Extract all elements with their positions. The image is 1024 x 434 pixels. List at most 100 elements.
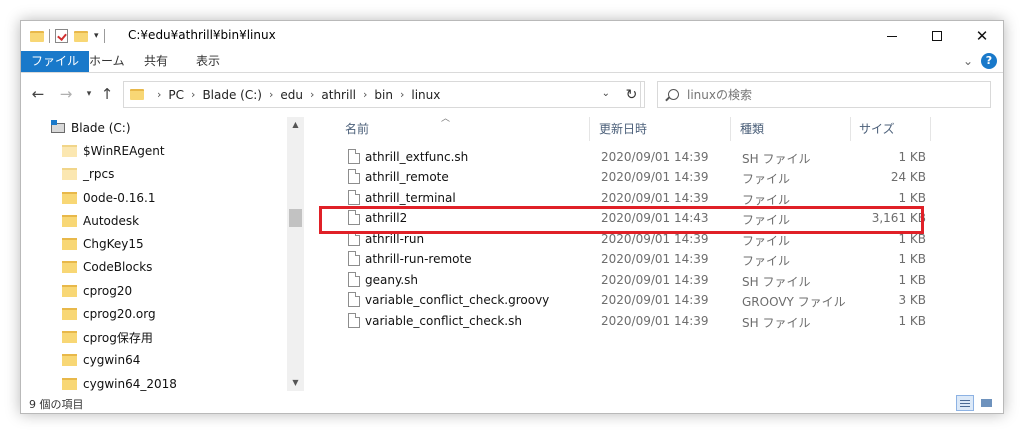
breadcrumb-separator-icon[interactable]: › [310, 88, 314, 101]
scroll-down-icon[interactable]: ▼ [287, 375, 304, 391]
tab-view[interactable]: 表示 [186, 51, 230, 72]
breadcrumb-bin[interactable]: bin [374, 88, 393, 102]
breadcrumb-athrill[interactable]: athrill [321, 88, 356, 102]
breadcrumb-separator-icon[interactable]: › [157, 88, 161, 101]
tree-item[interactable]: $WinREAgent [62, 140, 165, 162]
tree-item[interactable]: cprog20.org [62, 303, 156, 325]
scrollbar-thumb[interactable] [289, 209, 302, 227]
large-icons-view-icon [981, 399, 992, 407]
column-header-type[interactable]: 種類 [740, 119, 764, 139]
tree-item[interactable]: CodeBlocks [62, 256, 152, 278]
drive-icon [51, 120, 65, 133]
file-row[interactable]: variable_conflict_check.groovy 2020/09/0… [337, 290, 929, 310]
large-icons-view-button[interactable] [977, 395, 995, 411]
file-type: ファイル [742, 234, 791, 248]
column-divider[interactable] [589, 117, 590, 141]
maximize-icon [932, 31, 942, 41]
file-row[interactable]: athrill-run 2020/09/01 14:39 ファイル 1 KB [337, 229, 929, 249]
file-icon [348, 272, 360, 287]
breadcrumb-separator-icon[interactable]: › [363, 88, 367, 101]
file-type: ファイル [742, 213, 791, 227]
close-icon: ✕ [975, 27, 989, 45]
new-folder-icon[interactable] [74, 30, 88, 42]
ribbon-tabs: ファイル ホーム 共有 表示 ⌄ ? [21, 51, 1003, 73]
tree-item[interactable]: ChgKey15 [62, 233, 144, 255]
tree-item-label: cprog20.org [83, 307, 156, 321]
file-row[interactable]: athrill2 2020/09/01 14:43 ファイル 3,161 KB [337, 208, 929, 228]
file-row[interactable]: athrill_terminal 2020/09/01 14:39 ファイル 1… [337, 188, 929, 208]
search-box[interactable] [657, 81, 991, 108]
tree-item[interactable]: cprog20 [62, 280, 132, 302]
details-view-icon-line [960, 406, 970, 407]
navigation-scrollbar[interactable]: ▲ ▼ [287, 117, 304, 391]
tree-item-label: Blade (C:) [71, 121, 131, 135]
properties-icon[interactable] [55, 29, 68, 43]
file-size: 1 KB [898, 191, 926, 205]
minimize-icon [887, 35, 897, 37]
file-size: 1 KB [898, 252, 926, 266]
tree-item[interactable]: _rpcs [62, 163, 114, 185]
file-row[interactable]: geany.sh 2020/09/01 14:39 SH ファイル 1 KB [337, 270, 929, 290]
minimize-button[interactable] [869, 21, 915, 51]
up-button[interactable]: ↑ [98, 84, 116, 104]
breadcrumb-separator-icon[interactable]: › [269, 88, 273, 101]
breadcrumb-separator-icon[interactable]: › [191, 88, 195, 101]
folder-icon [62, 145, 77, 157]
file-date: 2020/09/01 14:39 [601, 232, 709, 246]
column-header-size[interactable]: サイズ [859, 119, 895, 139]
tree-item-label: ChgKey15 [83, 237, 144, 251]
file-type: ファイル [742, 172, 791, 186]
column-divider[interactable] [730, 117, 731, 141]
search-input[interactable] [687, 87, 967, 102]
file-icon [348, 251, 360, 266]
breadcrumb-pc[interactable]: PC [168, 88, 184, 102]
file-size: 3 KB [898, 293, 926, 307]
file-date: 2020/09/01 14:39 [601, 252, 709, 266]
column-header-name[interactable]: 名前 [345, 119, 369, 139]
close-button[interactable]: ✕ [959, 21, 1003, 51]
address-dropdown-icon[interactable]: ⌄ [602, 88, 610, 99]
maximize-button[interactable] [914, 21, 960, 51]
breadcrumb-drive[interactable]: Blade (C:) [202, 88, 262, 102]
chevron-down-icon: ▾ [86, 89, 92, 99]
search-icon [668, 89, 679, 100]
details-view-button[interactable] [956, 395, 974, 411]
tab-share[interactable]: 共有 [134, 51, 178, 72]
expand-ribbon-icon[interactable]: ⌄ [963, 54, 973, 68]
tree-item[interactable]: Autodesk [62, 210, 139, 232]
toolbar-divider [103, 29, 105, 43]
tree-item[interactable]: cygwin64_2018 [62, 373, 177, 391]
customize-toolbar-icon[interactable]: ▾ [94, 31, 99, 41]
column-divider[interactable] [850, 117, 851, 141]
file-size: 1 KB [898, 273, 926, 287]
back-button[interactable]: ← [29, 84, 47, 104]
tree-item[interactable]: cygwin64 [62, 349, 140, 371]
recent-locations-button[interactable]: ▾ [80, 84, 98, 104]
breadcrumb-separator-icon[interactable]: › [400, 88, 404, 101]
file-type: ファイル [742, 254, 791, 268]
tree-item-label: cygwin64_2018 [83, 377, 177, 391]
tree-item-drive[interactable]: Blade (C:) [51, 117, 131, 139]
breadcrumb-edu[interactable]: edu [280, 88, 303, 102]
tree-item[interactable]: 0ode-0.16.1 [62, 187, 155, 209]
tab-home[interactable]: ホーム [79, 51, 135, 72]
help-icon[interactable]: ? [981, 53, 997, 69]
folder-icon [62, 192, 77, 204]
breadcrumb-linux[interactable]: linux [411, 88, 440, 102]
scroll-up-icon[interactable]: ▲ [287, 117, 304, 133]
column-header-date[interactable]: 更新日時 [599, 119, 647, 139]
file-icon [348, 169, 360, 184]
forward-button[interactable]: → [57, 84, 75, 104]
file-date: 2020/09/01 14:39 [601, 191, 709, 205]
file-row[interactable]: athrill_remote 2020/09/01 14:39 ファイル 24 … [337, 167, 929, 187]
column-divider[interactable] [930, 117, 931, 141]
folder-icon [62, 331, 77, 343]
file-row[interactable]: athrill_extfunc.sh 2020/09/01 14:39 SH フ… [337, 147, 929, 167]
item-count: 9 個の項目 [29, 398, 84, 411]
tree-item-label: cprog20 [83, 284, 133, 298]
refresh-button[interactable]: ↻ [619, 81, 645, 108]
file-row[interactable]: variable_conflict_check.sh 2020/09/01 14… [337, 311, 929, 331]
address-bar[interactable]: › PC › Blade (C:) › edu › athrill › bin … [123, 81, 641, 108]
file-row[interactable]: athrill-run-remote 2020/09/01 14:39 ファイル… [337, 249, 929, 269]
tree-item[interactable]: cprog保存用 [62, 326, 153, 348]
